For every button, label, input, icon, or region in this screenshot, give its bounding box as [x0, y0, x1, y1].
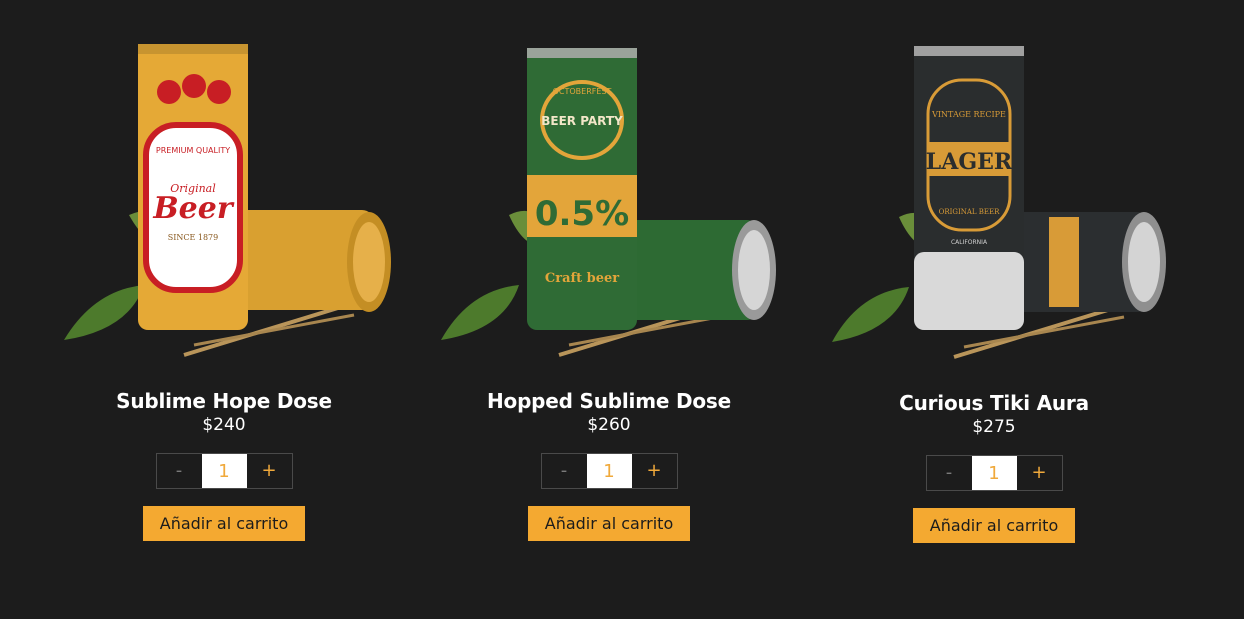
product-image[interactable]: VINTAGE RECIPE LAGER ORIGINAL BEER CALIF…: [804, 2, 1184, 372]
product-image[interactable]: Beer Original PREMIUM QUALITY SINCE 1879: [34, 0, 414, 370]
can-label-text: Beer: [152, 191, 235, 226]
add-to-cart-button[interactable]: Añadir al carrito: [527, 506, 691, 541]
increase-quantity-button[interactable]: +: [631, 454, 677, 488]
quantity-input[interactable]: [201, 454, 247, 488]
add-to-cart-button[interactable]: Añadir al carrito: [142, 506, 306, 541]
decrease-quantity-button[interactable]: -: [156, 454, 202, 488]
decrease-quantity-button[interactable]: -: [541, 454, 587, 488]
product-title[interactable]: Curious Tiki Aura: [804, 390, 1184, 416]
product-card: OCTOBERFEST BEER PARTY 0.5% Craft beer H…: [419, 0, 799, 541]
product-title[interactable]: Hopped Sublime Dose: [419, 388, 799, 414]
svg-text:SINCE 1879: SINCE 1879: [168, 233, 219, 242]
svg-text:OCTOBERFEST: OCTOBERFEST: [553, 87, 612, 96]
product-price: $260: [587, 415, 631, 435]
quantity-input[interactable]: [971, 456, 1017, 490]
decrease-quantity-button[interactable]: -: [926, 456, 972, 490]
product-price: $240: [202, 415, 246, 435]
svg-text:LAGER: LAGER: [926, 149, 1013, 175]
add-to-cart-button[interactable]: Añadir al carrito: [912, 508, 1076, 543]
svg-text:CALIFORNIA: CALIFORNIA: [951, 239, 988, 246]
svg-text:Original: Original: [170, 182, 216, 195]
product-title[interactable]: Sublime Hope Dose: [34, 388, 414, 414]
quantity-stepper: - +: [155, 453, 293, 489]
svg-text:BEER PARTY: BEER PARTY: [541, 114, 623, 128]
increase-quantity-button[interactable]: +: [1016, 456, 1062, 490]
quantity-stepper: - +: [540, 453, 678, 489]
svg-text:VINTAGE RECIPE: VINTAGE RECIPE: [931, 110, 1006, 119]
svg-text:PREMIUM QUALITY: PREMIUM QUALITY: [156, 146, 230, 155]
product-card: VINTAGE RECIPE LAGER ORIGINAL BEER CALIF…: [804, 2, 1184, 543]
product-grid: Beer Original PREMIUM QUALITY SINCE 1879…: [0, 0, 1244, 619]
increase-quantity-button[interactable]: +: [246, 454, 292, 488]
product-image[interactable]: OCTOBERFEST BEER PARTY 0.5% Craft beer: [419, 0, 799, 370]
quantity-input[interactable]: [586, 454, 632, 488]
quantity-stepper: - +: [925, 455, 1063, 491]
product-price: $275: [972, 417, 1016, 437]
svg-text:ORIGINAL BEER: ORIGINAL BEER: [939, 208, 1001, 216]
svg-text:Craft beer: Craft beer: [545, 271, 619, 286]
svg-text:0.5%: 0.5%: [535, 194, 629, 234]
product-card: Beer Original PREMIUM QUALITY SINCE 1879…: [34, 0, 414, 541]
